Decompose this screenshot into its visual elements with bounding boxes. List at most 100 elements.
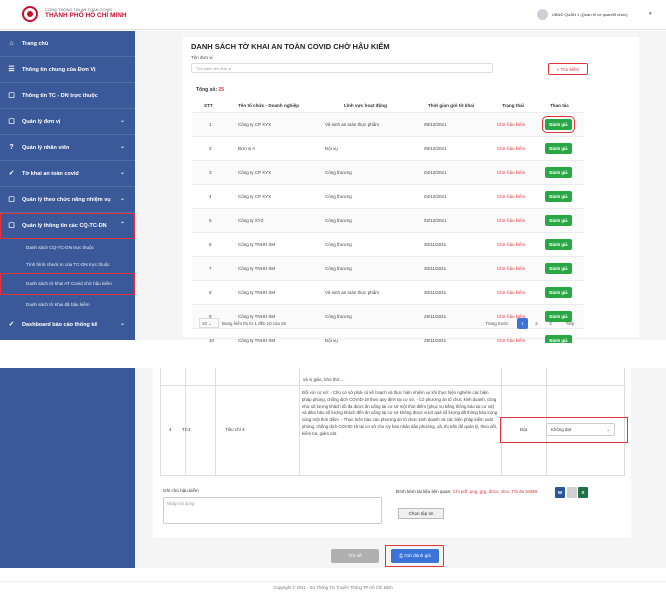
sidebar: ⌂ Trang chủ ☰ Thông tin chung của Đơn Vị ▢… <box>0 31 135 340</box>
logo-icon <box>22 6 38 22</box>
next-page-button[interactable]: Tiếp <box>561 318 579 329</box>
sidebar-subitem-pending-review[interactable]: Danh sách tờ khai AT Covid chờ hậu kiểm <box>0 273 135 295</box>
row-stt: 8 <box>209 290 212 295</box>
sidebar-item-org-info[interactable]: ▢ Quản lý thông tin các CQ-TC-DN ⌃ <box>0 213 135 239</box>
chevron-down-icon: ⌄ <box>119 321 125 327</box>
row-date: 04/12/2021 <box>424 194 447 199</box>
row-name: Công ty XYZ <box>238 218 264 223</box>
search-button-label: Tìm kiếm <box>560 67 580 72</box>
home-icon: ⌂ <box>9 40 14 47</box>
row-name: Công ty TNHH SM <box>238 266 276 271</box>
document-icon: ▢ <box>8 196 15 203</box>
sidebar-item-covid-declaration[interactable]: ✓ Tờ khai an toàn covid ⌄ <box>0 161 135 187</box>
row-date: 09/12/2021 <box>424 122 447 127</box>
choose-file-button[interactable]: Chọn tệp tin <box>398 508 444 519</box>
prev-page-button[interactable]: Trang trước <box>481 318 513 329</box>
total-count: Tổng số: 25 <box>196 87 224 93</box>
search-input[interactable]: Tìm kiếm tên đơn vị <box>191 63 493 73</box>
row-stt: 1 <box>209 122 212 127</box>
page-button-1[interactable]: 1 <box>517 318 528 329</box>
row-status: Chờ hậu kiểm <box>497 266 526 271</box>
footer-copyright: Copyright © 2021 - Sở Thông Tin Truyền T… <box>0 581 666 596</box>
sidebar-subitem-reviewed[interactable]: Danh sách tờ khai đã hậu kiểm <box>0 296 135 312</box>
row-status: Chờ hậu kiểm <box>497 194 526 199</box>
sidebar-item-label: Quản lý thông tin các CQ-TC-DN <box>22 222 107 229</box>
sidebar-item-subunits[interactable]: ▢ Thông tin TC - DN trực thuộc <box>0 83 135 109</box>
row-field: Công thương <box>325 242 352 247</box>
sidebar-item-duties[interactable]: ▢ Quản lý theo chức năng nhiệm vụ ⌄ <box>0 187 135 213</box>
prev-criterion-text: và vị giác, khó thở,... <box>303 377 345 382</box>
submit-review-button[interactable]: ⎙ Gửi đánh giá <box>391 549 439 563</box>
row-stt: 3 <box>209 170 212 175</box>
criterion-description: Đối với cơ sở: - Chủ cơ sở phải có kế ho… <box>302 390 498 436</box>
chevron-down-icon: ⌄ <box>606 427 610 432</box>
chevron-down-icon[interactable]: ▾ <box>649 11 652 17</box>
row-field: Công thương <box>325 314 352 319</box>
row-name: Công ty CP XYX <box>238 122 272 127</box>
search-button[interactable]: ⌕ Tìm kiếm <box>548 63 588 75</box>
row-name: Công ty CP XYX <box>238 194 272 199</box>
table-row: 4 Công ty CP XYX Công thương 04/12/2021 Chờ … <box>192 184 584 208</box>
row-name: Công ty CP XYX <box>238 170 272 175</box>
note-textarea[interactable]: Nhập nội dung <box>163 497 382 524</box>
chevron-up-icon: ⌃ <box>119 222 125 228</box>
user-name[interactable]: UBND QUẬN 1 (Quản trị cơ quan/tổ chức) <box>552 12 628 17</box>
excel-icon: X <box>578 487 588 498</box>
sidebar-item-unit-info[interactable]: ☰ Thông tin chung của Đơn Vị <box>0 57 135 83</box>
evaluate-button[interactable]: Đánh giá <box>542 116 575 133</box>
evaluate-button[interactable]: Đánh giá <box>545 263 572 274</box>
page: CỔNG THÔNG TIN AN TOÀN COVID THÀNH PHỐ H… <box>0 0 666 596</box>
sidebar-item-label: Trang chủ <box>22 40 49 47</box>
attachment-hint: Chỉ pdf, png, jpg, docx, xlsx. Tối đa 50… <box>452 489 538 494</box>
page-button-3[interactable]: 3 <box>545 318 556 329</box>
evaluate-button[interactable]: Đánh giá <box>545 215 572 226</box>
review-select[interactable]: Không đạt ⌄ <box>546 423 615 436</box>
col-header-status: Trạng thái <box>502 103 524 108</box>
row-date: 04/12/2021 <box>424 170 447 175</box>
row-status: Chờ hậu kiểm <box>497 146 526 151</box>
check-icon: ✓ <box>8 321 15 328</box>
page-button-2[interactable]: 2 <box>531 318 542 329</box>
page-size-value: 10 <box>202 321 207 326</box>
row-date: 30/11/2021 <box>424 290 447 295</box>
note-label: Ghi chú hậu kiểm <box>163 488 199 493</box>
table-row: 1 Công ty CP XYX Vệ sinh an toàn thực phẩm… <box>192 112 584 136</box>
table-row: 6 Công ty TNHH SM Công thương 30/11/2021 Chờ… <box>192 232 584 256</box>
sidebar <box>0 368 135 568</box>
back-button[interactable]: Trở về <box>331 549 379 563</box>
col-header-action: Thao tác <box>550 103 569 108</box>
evaluate-button[interactable]: Đánh giá <box>545 167 572 178</box>
page-size-select[interactable]: 10 ⌄ <box>199 318 219 328</box>
org-name-line2: THÀNH PHỐ HỒ CHÍ MINH <box>45 12 127 19</box>
evaluate-button[interactable]: Đánh giá <box>545 239 572 250</box>
table-row: 3 Công ty CP XYX Công thương 04/12/2021 Chờ … <box>192 160 584 184</box>
row-date: 02/12/2021 <box>424 218 447 223</box>
evaluate-button[interactable]: Đánh giá <box>545 191 572 202</box>
table-row: 7 Công ty TNHH SM Công thương 30/11/2021 Chờ… <box>192 256 584 280</box>
row-stt: 4 <box>209 194 212 199</box>
sidebar-item-staff[interactable]: ? Quản lý nhân viên ⌄ <box>0 135 135 161</box>
row-name: Đơn vị A <box>238 146 256 151</box>
row-stt: 7 <box>209 266 212 271</box>
sidebar-subitem-org-list[interactable]: Danh sách CQ-TC-DN trực thuộc <box>0 239 135 255</box>
evaluate-button[interactable]: Đánh giá <box>545 143 572 154</box>
row-stt: 5 <box>209 218 212 223</box>
row-date: 30/11/2021 <box>424 242 447 247</box>
user-avatar-icon[interactable] <box>537 9 548 20</box>
sidebar-item-home[interactable]: ⌂ Trang chủ <box>0 31 135 57</box>
table-row: 2 Đơn vị A Nội vụ 09/12/2021 Chờ hậu kiểm Đán… <box>192 136 584 160</box>
criterion-name: Tiêu chí 4 <box>225 427 245 432</box>
word-icon: W <box>555 487 565 498</box>
page-title: DANH SÁCH TỜ KHAI AN TOÀN COVID CHỜ HẬU … <box>191 42 390 51</box>
help-icon: ? <box>9 144 14 151</box>
sidebar-item-unit-management[interactable]: ▢ Quản lý đơn vị ⌄ <box>0 109 135 135</box>
sidebar-subitem-checkin[interactable]: Tình hình check in của TC-DN trực thuộc <box>0 255 135 273</box>
sidebar-item-dashboard[interactable]: ✓ Dashboard báo cáo thống kê ⌄ <box>0 312 135 338</box>
sidebar-item-label: Quản lý đơn vị <box>22 118 61 125</box>
review-form-screenshot: và vị giác, khó thở,... 4 TC4 Tiêu chí 4… <box>0 368 666 596</box>
evaluate-button[interactable]: Đánh giá <box>545 287 572 298</box>
table-row: 5 Công ty XYZ Công thương 02/12/2021 Chờ hậu… <box>192 208 584 232</box>
sidebar-item-label: Tờ khai an toàn covid <box>22 170 79 177</box>
chevron-down-icon: ⌄ <box>119 196 125 202</box>
row-field: Công thương <box>325 266 352 271</box>
